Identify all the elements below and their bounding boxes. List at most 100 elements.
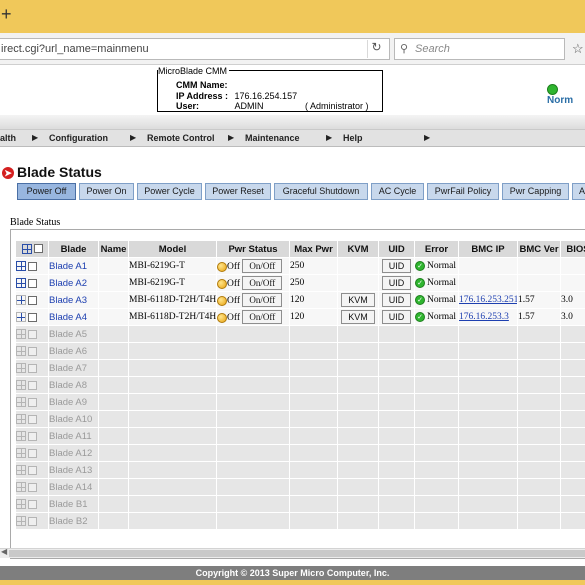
bmc-ip-link[interactable]: 176.16.253.251	[460, 295, 517, 305]
status-ok-icon: ✓	[415, 260, 425, 271]
on-off-button[interactable]: On/Off	[242, 293, 283, 307]
blade-model: MBI-6118D-T2H/T4H	[128, 308, 217, 326]
expand-row-icon	[16, 499, 26, 510]
user-value: ADMIN	[234, 101, 264, 111]
blade-slot-label: Blade A11	[49, 430, 92, 442]
kvm-button[interactable]: KVM	[341, 310, 375, 324]
power-status-text: Off	[227, 262, 241, 272]
main-menu-bar: alth ▶ Configuration ▶ Remote Control ▶ …	[0, 115, 585, 147]
arrow-right-icon: ➤	[2, 167, 14, 179]
ip-address-label: IP Address :	[176, 91, 229, 101]
table-row: Blade A14	[15, 478, 585, 496]
blade-model: MBI-6219G-T	[128, 274, 217, 292]
status-ok-icon: ✓	[415, 294, 425, 305]
row-checkbox	[28, 363, 37, 373]
pwrfail-policy-button[interactable]: PwrFail Policy	[427, 183, 499, 200]
expand-row-icon[interactable]	[16, 261, 26, 272]
reload-icon[interactable]: ↻	[367, 40, 385, 58]
max-pwr: 250	[289, 257, 338, 275]
menu-help[interactable]: Help	[343, 133, 363, 143]
more-actions-button[interactable]: A	[572, 183, 585, 200]
table-row: Blade A12	[15, 444, 585, 462]
blade-status-table: Blade Name Model Pwr Status Max Pwr KVM …	[15, 240, 585, 530]
row-checkbox[interactable]	[28, 261, 37, 271]
power-status-text: Off	[227, 279, 241, 289]
table-row: Blade A5	[15, 325, 585, 343]
cmm-info-box: MicroBlade CMM CMM Name: IP Address : 17…	[157, 66, 383, 112]
browser-bottom-strip	[0, 580, 585, 585]
uid-button[interactable]: UID	[381, 293, 412, 307]
page-title-text: Blade Status	[17, 164, 102, 180]
address-bar[interactable]: irect.cgi?url_name=mainmenu ↻	[0, 38, 390, 60]
blade-slot-label: Blade A6	[49, 345, 88, 357]
on-off-button[interactable]: On/Off	[242, 310, 283, 324]
graceful-shutdown-button[interactable]: Graceful Shutdown	[274, 183, 368, 200]
row-checkbox[interactable]	[28, 278, 37, 288]
power-status-icon	[217, 295, 227, 306]
expand-all-icon[interactable]	[21, 243, 32, 254]
error-status: Normal	[427, 278, 457, 289]
row-checkbox	[28, 482, 37, 492]
blade-link[interactable]: Blade A3	[50, 295, 88, 306]
header-bios: BIOS	[560, 240, 585, 258]
expand-row-icon[interactable]	[16, 295, 26, 306]
expand-row-icon	[16, 380, 26, 391]
header-error: Error	[414, 240, 459, 258]
expand-row-icon	[16, 397, 26, 408]
power-off-button[interactable]: Power Off	[17, 183, 76, 200]
search-input[interactable]: ⚲ Search	[394, 38, 565, 60]
bmc-ver: 1.57	[517, 291, 561, 309]
expand-row-icon	[16, 516, 26, 527]
header-uid: UID	[378, 240, 415, 258]
blade-slot-label: Blade A13	[49, 464, 93, 476]
blade-slot-label: Blade A10	[49, 413, 93, 425]
kvm-button[interactable]: KVM	[341, 293, 375, 307]
table-row: Blade B1	[15, 495, 585, 513]
blade-link[interactable]: Blade A2	[50, 278, 88, 289]
uid-button[interactable]: UID	[381, 310, 412, 324]
bmc-ip	[458, 257, 518, 275]
scrollbar-thumb[interactable]	[9, 550, 585, 557]
on-off-button[interactable]: On/Off	[242, 259, 283, 273]
blade-slot-label: Blade A12	[49, 447, 93, 459]
row-checkbox[interactable]	[28, 312, 37, 322]
blade-name	[98, 274, 129, 292]
expand-row-icon	[16, 465, 26, 476]
row-checkbox[interactable]	[28, 295, 37, 305]
scroll-left-icon[interactable]: ◀	[1, 547, 7, 556]
menu-arrow-icon: ▶	[424, 133, 431, 142]
header-pwr-status: Pwr Status	[216, 240, 290, 258]
expand-row-icon[interactable]	[16, 312, 26, 323]
menu-remote-control[interactable]: Remote Control	[147, 133, 215, 143]
pwr-capping-button[interactable]: Pwr Capping	[502, 183, 569, 200]
on-off-button[interactable]: On/Off	[242, 276, 283, 290]
table-row: Blade A8	[15, 376, 585, 394]
horizontal-scrollbar[interactable]: ◀	[0, 547, 585, 558]
uid-button[interactable]: UID	[381, 276, 412, 290]
power-cycle-button[interactable]: Power Cycle	[137, 183, 202, 200]
uid-button[interactable]: UID	[381, 259, 412, 273]
menu-top-strip	[0, 115, 585, 129]
expand-row-icon	[16, 431, 26, 442]
blade-link[interactable]: Blade A1	[50, 261, 88, 272]
menu-health[interactable]: alth	[0, 133, 16, 143]
bios-ver	[560, 274, 585, 292]
select-all-checkbox[interactable]	[33, 244, 43, 254]
bmc-ip-link[interactable]: 176.16.253.3	[460, 312, 509, 322]
menu-maintenance[interactable]: Maintenance	[245, 133, 300, 143]
power-status-icon	[217, 312, 227, 323]
bookmark-icon[interactable]: ☆	[572, 41, 584, 57]
new-tab-button[interactable]: +	[1, 4, 12, 25]
menu-configuration[interactable]: Configuration	[49, 133, 108, 143]
table-row: Blade A2 MBI-6219G-T Off On/Off 250 UID …	[15, 274, 585, 292]
blade-slot-label: Blade A5	[49, 328, 88, 340]
power-reset-button[interactable]: Power Reset	[205, 183, 271, 200]
blade-link[interactable]: Blade A4	[50, 312, 88, 323]
expand-row-icon	[16, 363, 26, 374]
expand-row-icon[interactable]	[16, 278, 26, 289]
kvm-cell	[337, 274, 379, 292]
blade-slot-label: Blade A14	[49, 481, 93, 493]
power-on-button[interactable]: Power On	[79, 183, 134, 200]
header-bmc-ver: BMC Ver	[517, 240, 561, 258]
ac-cycle-button[interactable]: AC Cycle	[371, 183, 424, 200]
